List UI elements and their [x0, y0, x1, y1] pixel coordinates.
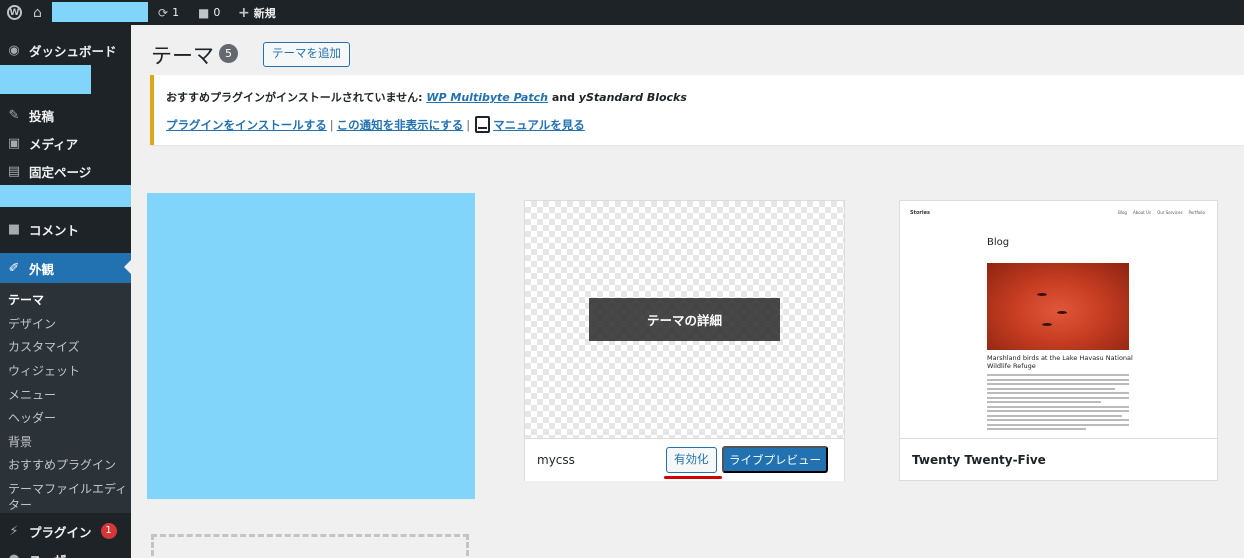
- theme-name-bar: Twenty Twenty-Five: [900, 439, 1217, 481]
- preview-post-title: Marshland birds at the Lake Havasu Natio…: [987, 354, 1133, 370]
- preview-nav: Blog About Us Our Services Portfolio: [1118, 210, 1205, 215]
- theme-screenshot-placeholder[interactable]: テーマの詳細: [525, 201, 844, 439]
- admin-bar: W ⌂ ⟳ 1 ■ 0 + 新規: [0, 0, 1244, 25]
- menu-dashboard-label: ダッシュボード: [29, 43, 117, 59]
- preview-nav-item: Blog: [1118, 210, 1127, 215]
- add-theme-placeholder-card[interactable]: [151, 534, 469, 558]
- user-icon: ●: [6, 552, 22, 558]
- comments-link[interactable]: ■ 0: [198, 0, 220, 25]
- notice-line-2: プラグインをインストールする | この通知を非表示にする | マニュアルを見る: [166, 116, 585, 133]
- menu-users[interactable]: ● ユーザー: [0, 545, 131, 558]
- plugin-notice: おすすめプラグインがインストールされていません: WP Multibyte Pa…: [150, 75, 1244, 145]
- page-title: テーマ: [151, 44, 214, 68]
- theme-count-badge: 5: [219, 44, 238, 63]
- redacted-menu-item-2[interactable]: [0, 185, 131, 207]
- plugins-update-badge: 1: [100, 523, 117, 539]
- redacted-menu-item[interactable]: [0, 65, 91, 94]
- book-icon: [475, 116, 491, 133]
- dashboard-icon: ◉: [8, 42, 20, 58]
- theme-card-twenty-twenty-five[interactable]: Stories Blog About Us Our Services Portf…: [899, 200, 1218, 481]
- active-arrow: [124, 260, 131, 274]
- bird-shape: [1037, 293, 1047, 296]
- paintbrush-icon: ✐: [8, 260, 20, 276]
- preview-nav-item: About Us: [1132, 210, 1152, 215]
- theme-card-mycss[interactable]: テーマの詳細 mycss 有効化 ライブプレビュー: [524, 200, 845, 481]
- preview-featured-image: [987, 263, 1129, 350]
- activate-button[interactable]: 有効化: [666, 447, 717, 473]
- submenu-theme-editor-cont[interactable]: ター: [8, 496, 32, 513]
- theme-screenshot[interactable]: Stories Blog About Us Our Services Portf…: [900, 201, 1217, 439]
- bird-shape: [1042, 323, 1052, 326]
- separator: |: [466, 117, 471, 132]
- site-name-redacted[interactable]: [52, 2, 148, 22]
- preview-blog-heading: Blog: [987, 237, 1010, 248]
- admin-sidebar: ◉ ダッシュボード ✎ 投稿 ▣ メディア ▤ 固定ページ ■ コメント ✐ 外…: [0, 25, 131, 558]
- menu-users-label: ユーザー: [29, 550, 79, 558]
- menu-pages-label: 固定ページ: [29, 164, 92, 180]
- comments-count: 0: [213, 6, 221, 19]
- refresh-icon: ⟳: [158, 5, 169, 20]
- menu-dashboard[interactable]: ◉ ダッシュボード: [0, 36, 131, 64]
- theme-card-redacted[interactable]: [147, 193, 475, 499]
- bird-shape: [1057, 311, 1067, 314]
- live-preview-button[interactable]: ライブプレビュー: [722, 446, 828, 473]
- plugin-name-ystandard-blocks: yStandard Blocks: [578, 91, 687, 104]
- add-theme-button[interactable]: テーマを追加: [263, 42, 350, 67]
- appearance-submenu: テーマ デザイン カスタマイズ ウィジェット メニュー ヘッダー 背景 おすすめ…: [0, 283, 131, 513]
- plugin-link-wp-multibyte-patch[interactable]: WP Multibyte Patch: [426, 91, 548, 104]
- new-content-link[interactable]: + 新規: [238, 0, 276, 25]
- menu-posts-label: 投稿: [29, 108, 55, 124]
- media-icon: ▣: [7, 135, 21, 151]
- submenu-themes[interactable]: テーマ: [8, 291, 44, 308]
- preview-body-text: [987, 374, 1129, 433]
- menu-media-label: メディア: [29, 136, 79, 152]
- separator: |: [329, 117, 334, 132]
- preview-site-title: Stories: [910, 210, 930, 216]
- comment-bubble-icon: ■: [198, 5, 210, 20]
- submenu-header[interactable]: ヘッダー: [8, 409, 56, 426]
- menu-pages[interactable]: ▤ 固定ページ: [0, 157, 131, 185]
- preview-nav-item: Portfolio: [1188, 210, 1205, 215]
- updates-link[interactable]: ⟳ 1: [158, 0, 179, 25]
- plus-icon: +: [238, 4, 250, 21]
- theme-details-button[interactable]: テーマの詳細: [589, 298, 780, 341]
- theme-name: Twenty Twenty-Five: [912, 453, 1046, 467]
- menu-plugins-label: プラグイン: [29, 524, 92, 540]
- menu-appearance[interactable]: ✐ 外観: [0, 253, 131, 283]
- theme-name-bar: mycss 有効化 ライブプレビュー: [525, 439, 844, 481]
- preview-nav-item: Our Services: [1157, 210, 1183, 215]
- notice-line-1: おすすめプラグインがインストールされていません: WP Multibyte Pa…: [166, 89, 687, 105]
- menu-comments-label: コメント: [29, 222, 80, 238]
- submenu-customize[interactable]: カスタマイズ: [8, 338, 80, 355]
- page-icon: ▤: [7, 163, 21, 179]
- menu-comments[interactable]: ■ コメント: [0, 215, 131, 243]
- new-label: 新規: [253, 6, 276, 20]
- comment-icon: ■: [7, 221, 21, 237]
- manual-link[interactable]: マニュアルを見る: [493, 117, 585, 133]
- theme-name: mycss: [537, 453, 575, 467]
- submenu-theme-editor[interactable]: テーマファイルエディ: [8, 480, 127, 497]
- submenu-design[interactable]: デザイン: [8, 315, 56, 332]
- wordpress-logo-icon[interactable]: W: [7, 0, 23, 25]
- notice-and: and: [551, 91, 575, 104]
- menu-posts[interactable]: ✎ 投稿: [0, 101, 131, 129]
- home-icon[interactable]: ⌂: [33, 0, 42, 25]
- dismiss-notice-link[interactable]: この通知を非表示にする: [337, 117, 464, 133]
- menu-media[interactable]: ▣ メディア: [0, 129, 131, 157]
- submenu-recommended-plugins[interactable]: おすすめプラグイン: [8, 456, 116, 473]
- notice-message: おすすめプラグインがインストールされていません:: [166, 91, 423, 104]
- install-plugins-link[interactable]: プラグインをインストールする: [166, 117, 327, 133]
- menu-plugins[interactable]: ⚡ プラグイン 1: [0, 517, 131, 545]
- menu-appearance-label: 外観: [29, 261, 55, 277]
- submenu-menus[interactable]: メニュー: [8, 386, 56, 403]
- submenu-background[interactable]: 背景: [8, 433, 32, 450]
- updates-count: 1: [172, 6, 180, 19]
- pin-icon: ✎: [8, 107, 20, 123]
- red-underline-annotation: [664, 476, 722, 479]
- plug-icon: ⚡: [9, 523, 19, 539]
- submenu-widgets[interactable]: ウィジェット: [8, 362, 80, 379]
